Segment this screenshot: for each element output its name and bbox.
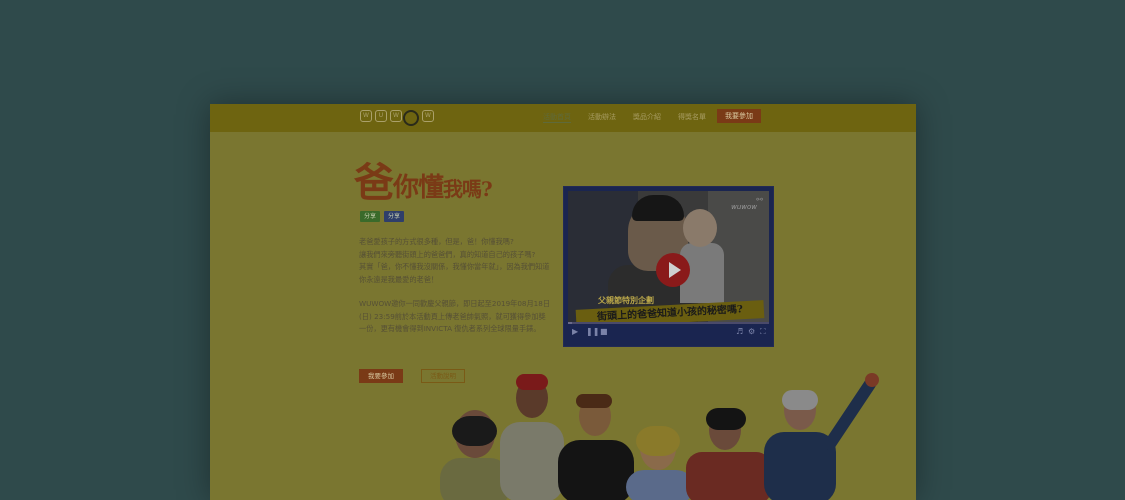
video-progress-bar[interactable] xyxy=(568,322,769,324)
wuwow-logo[interactable]: W U W W xyxy=(360,110,434,126)
hero-title-part3: 我嗎? xyxy=(443,177,493,201)
nav-join-button[interactable]: 我要參加 xyxy=(717,109,761,123)
play-button-icon[interactable] xyxy=(656,253,690,287)
thumbnail-figure xyxy=(632,195,684,221)
settings-gear-icon[interactable]: ⚙ xyxy=(748,327,755,336)
video-share-icon[interactable]: ⚯ xyxy=(756,195,763,204)
person-figure xyxy=(558,394,634,500)
nav-item-prizes[interactable]: 獎品介紹 xyxy=(633,112,661,123)
logo-letter: W xyxy=(360,110,372,122)
video-thumbnail[interactable]: wuwow ⚯ 父親節特別企劃 街頭上的爸爸知道小孩的秘密嗎? xyxy=(568,191,769,322)
video-player[interactable]: wuwow ⚯ 父親節特別企劃 街頭上的爸爸知道小孩的秘密嗎? ▶ ❚❚ ■ ♬… xyxy=(563,186,774,347)
join-button[interactable]: 我要參加 xyxy=(359,369,403,383)
logo-letter: W xyxy=(422,110,434,122)
person-figure xyxy=(626,426,694,500)
play-icon[interactable]: ▶ xyxy=(572,327,578,336)
facebook-share-button[interactable]: 分享 xyxy=(384,211,405,222)
person-figure xyxy=(500,374,564,500)
intro-line: 老爸愛孩子的方式很多種，但是，爸！你懂我嗎? xyxy=(359,237,514,246)
intro-line: 讓我們來旁聽街頭上的爸爸們，真的知道自己的孩子嗎? xyxy=(359,249,536,259)
landing-page: W U W W 活動首頁 活動辦法 獎品介紹 得獎名單 我要參加 爸你懂我嗎? … xyxy=(210,104,916,500)
nav-item-rules[interactable]: 活動辦法 xyxy=(588,112,616,123)
top-navbar: W U W W 活動首頁 活動辦法 獎品介紹 得獎名單 我要參加 xyxy=(210,104,916,132)
intro-paragraph: 老爸愛孩子的方式很多種，但是，爸！你懂我嗎? 讓我們來旁聽街頭上的爸爸們，真的知… xyxy=(359,236,551,286)
logo-letter: W xyxy=(390,110,402,122)
person-figure xyxy=(440,410,510,500)
video-controls: ▶ ❚❚ ■ ♬ ⚙ ⛶ xyxy=(568,322,769,342)
pause-icon[interactable]: ❚❚ xyxy=(586,327,599,336)
hero-title: 爸你懂我嗎? xyxy=(354,150,493,208)
logo-letter: U xyxy=(375,110,387,122)
crowd-illustration xyxy=(440,373,879,500)
video-progress-fill xyxy=(568,322,573,324)
volume-icon[interactable]: ♬ xyxy=(736,327,743,336)
person-figure xyxy=(764,373,879,500)
logo-circle xyxy=(403,110,419,126)
event-paragraph: WUWOW邀你一同歡慶父親節，即日起至2019年08月18日(日) 23:59前… xyxy=(359,299,551,333)
fullscreen-icon[interactable]: ⛶ xyxy=(760,327,766,337)
share-buttons: 分享 分享 xyxy=(360,211,405,222)
nav-item-winners[interactable]: 得獎名單 xyxy=(678,112,706,123)
video-brand-logo: wuwow xyxy=(731,203,757,211)
nav-menu: 活動首頁 活動辦法 獎品介紹 得獎名單 xyxy=(543,112,706,123)
nav-item-home[interactable]: 活動首頁 xyxy=(543,112,571,123)
video-caption-top: 父親節特別企劃 xyxy=(598,296,654,305)
hero-title-part2: 你懂 xyxy=(393,173,444,203)
stop-icon[interactable]: ■ xyxy=(600,327,608,336)
line-share-button[interactable]: 分享 xyxy=(360,211,381,222)
thumbnail-figure xyxy=(683,209,717,247)
person-figure xyxy=(686,408,772,500)
hero-title-part1: 爸 xyxy=(354,159,394,206)
intro-line: 其實「爸，你不懂我沒關係，我懂你當年就」，因為我們知道你永遠是我最愛的老爸！ xyxy=(359,262,550,284)
